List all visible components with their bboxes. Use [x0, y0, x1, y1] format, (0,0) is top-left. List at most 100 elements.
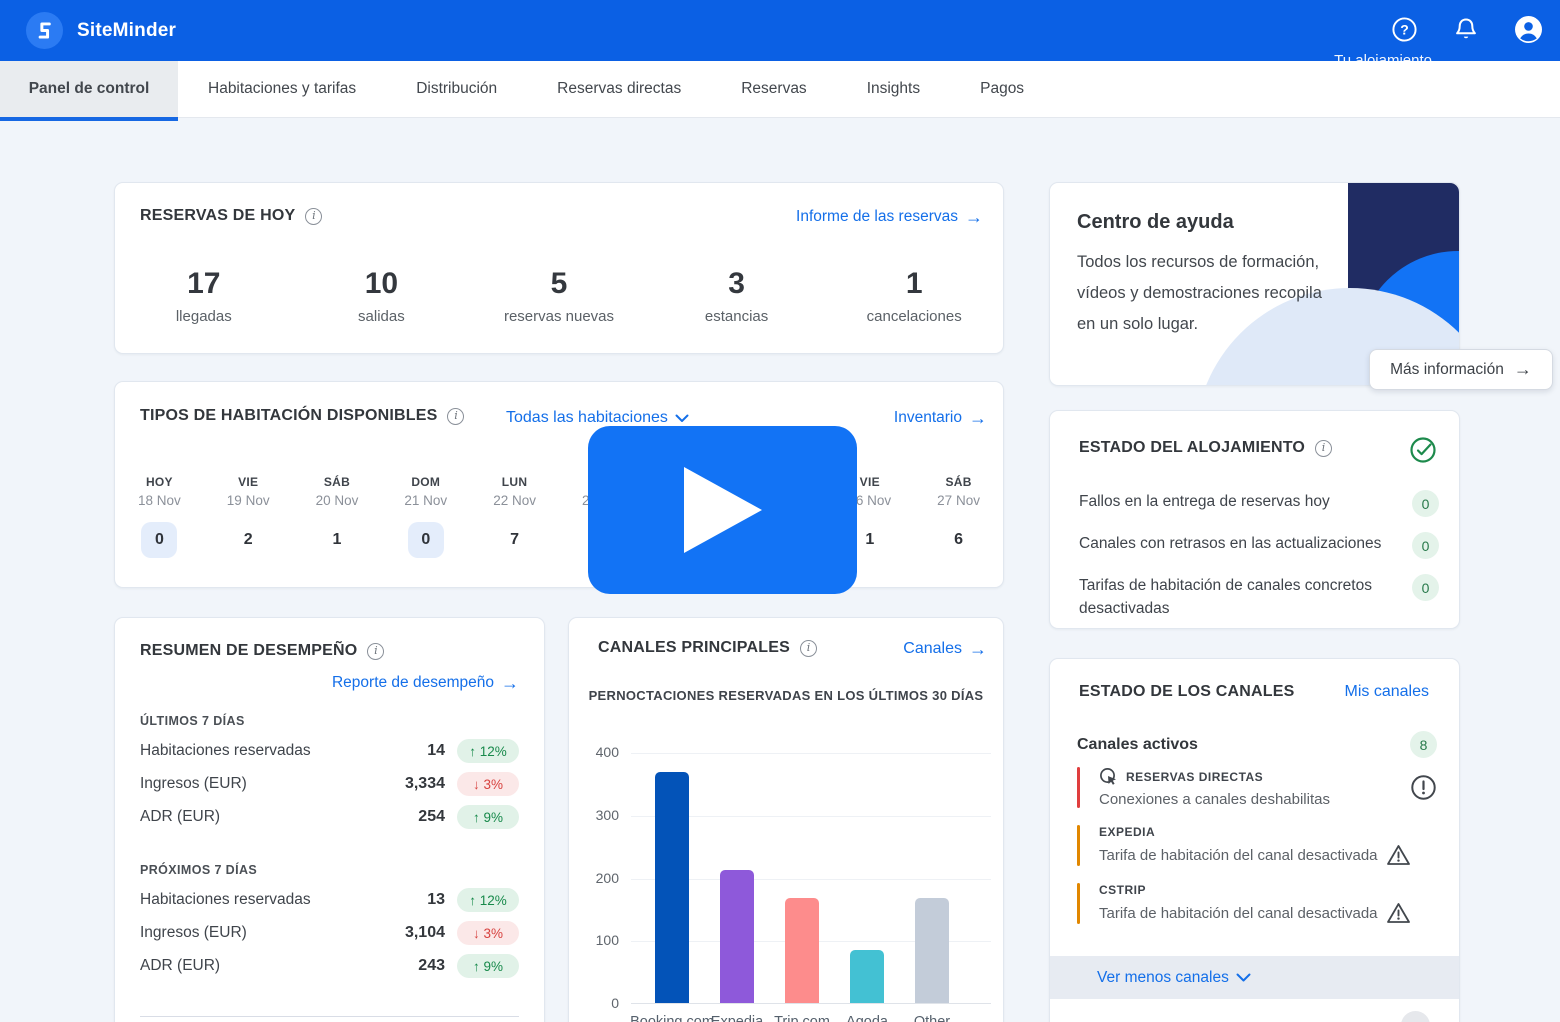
status-text: Conexiones a canales deshabilitas: [1099, 791, 1330, 808]
performance-row: ADR (EUR)243↑ 9%: [140, 956, 519, 976]
info-icon[interactable]: i: [800, 640, 817, 657]
bookings-report-link[interactable]: Informe de las reservas→: [796, 208, 983, 226]
help-center-body: Todos los recursos de formación, vídeos …: [1077, 247, 1342, 340]
top-channels-title: CANALES PRINCIPALES: [598, 639, 790, 657]
help-center-card: Centro de ayuda Todos los recursos de fo…: [1049, 182, 1460, 386]
y-axis-tick-label: 100: [569, 932, 619, 948]
room-filter-dropdown[interactable]: Todas las habitaciones: [506, 409, 689, 427]
property-status-card: ESTADO DEL ALOJAMIENTO i Fallos en la en…: [1049, 410, 1460, 629]
arrow-right-icon: →: [1514, 359, 1532, 380]
my-channels-link[interactable]: Mis canales: [1345, 683, 1429, 701]
top-channels-card: CANALES PRINCIPALES i Canales→ PERNOCTAC…: [568, 617, 1004, 1022]
performance-row: ADR (EUR)254↑ 9%: [140, 807, 519, 827]
chart-title: PERNOCTACIONES RESERVADAS EN LOS ÚLTIMOS…: [569, 688, 1003, 703]
stat-llegadas: 17 llegadas: [115, 267, 293, 325]
info-icon[interactable]: i: [447, 408, 464, 425]
notifications-bell-icon[interactable]: [1451, 14, 1481, 44]
delta-down-badge: ↓ 3%: [457, 921, 519, 945]
channel-name: CSTRIP: [1099, 883, 1437, 897]
stat-value: 17: [115, 267, 293, 301]
metric-label: Habitaciones reservadas: [140, 742, 399, 760]
today-stats-row: 17 llegadas10salidas5reservas nuevas3esta…: [115, 267, 1003, 325]
stat-label: llegadas: [115, 308, 293, 325]
chart-bar-other: [915, 898, 949, 1003]
channel-name-text: CSTRIP: [1099, 883, 1146, 897]
channel-body: CSTRIP Tarifa de habitación del canal des…: [1099, 883, 1437, 924]
day-date: 22 Nov: [470, 493, 559, 508]
tab-pagos[interactable]: Pagos: [950, 61, 1054, 117]
day-name: HOY: [115, 475, 204, 489]
day-column-21-Nov: DOM21 Nov0: [381, 475, 470, 558]
info-icon[interactable]: i: [1315, 440, 1332, 457]
status-item-label: Fallos en la entrega de reservas hoy: [1079, 490, 1412, 513]
stat-estancias: 3estancias: [648, 267, 826, 325]
tab-distribución[interactable]: Distribución: [386, 61, 527, 117]
channel-status-item-reservas-directas: RESERVAS DIRECTAS Conexiones a canales de…: [1077, 767, 1437, 808]
app-header: SiteMinder Tu alojamiento ?: [0, 0, 1560, 61]
stat-reservas-nuevas: 5reservas nuevas: [470, 267, 648, 325]
chart-bar-trip-com: [785, 898, 819, 1003]
day-date: 20 Nov: [293, 493, 382, 508]
stat-label: cancelaciones: [825, 308, 1003, 325]
day-name: LUN: [470, 475, 559, 489]
alert-circle-icon: [1410, 774, 1437, 801]
performance-row: Ingresos (EUR)3,104↓ 3%: [140, 923, 519, 943]
direct-booking-icon: [1099, 767, 1118, 786]
channels-link[interactable]: Canales→: [903, 640, 987, 658]
channel-status-item-expedia: EXPEDIATarifa de habitación del canal de…: [1077, 825, 1437, 866]
arrow-right-icon: →: [501, 674, 519, 692]
chart-bar-expedia: [720, 870, 754, 1003]
more-info-button[interactable]: Más información→: [1369, 349, 1553, 390]
stat-cancelaciones: 1cancelaciones: [825, 267, 1003, 325]
tab-panel-de-control[interactable]: Panel de control: [0, 61, 178, 117]
status-count-badge: 0: [1412, 490, 1439, 517]
see-fewer-channels-link[interactable]: Ver menos canales: [1097, 969, 1251, 987]
property-status-item: Canales con retrasos en las actualizacio…: [1079, 532, 1439, 559]
day-column-19-Nov: VIE19 Nov2: [204, 475, 293, 558]
channel-status-text: Tarifa de habitación del canal desactiva…: [1099, 844, 1437, 866]
video-play-overlay[interactable]: [588, 426, 857, 594]
room-types-title: TIPOS DE HABITACIÓN DISPONIBLES: [140, 407, 437, 425]
channel-status-title: ESTADO DE LOS CANALES: [1079, 683, 1294, 701]
tab-reservas[interactable]: Reservas: [711, 61, 836, 117]
play-icon: [684, 467, 762, 553]
x-axis-label: Expedia: [711, 1014, 763, 1022]
performance-report-link[interactable]: Reporte de desempeño→: [332, 674, 519, 692]
tab-reservas-directas[interactable]: Reservas directas: [527, 61, 711, 117]
tab-habitaciones-y-tarifas[interactable]: Habitaciones y tarifas: [178, 61, 386, 117]
property-status-item: Tarifas de habitación de canales concret…: [1079, 574, 1439, 620]
arrow-right-icon: →: [969, 409, 987, 427]
y-axis-tick-label: 300: [569, 807, 619, 823]
metric-value: 243: [399, 957, 445, 975]
tab-insights[interactable]: Insights: [837, 61, 950, 117]
help-center-title: Centro de ayuda: [1077, 211, 1234, 234]
channel-body: EXPEDIATarifa de habitación del canal de…: [1099, 825, 1437, 866]
error-indicator-bar: [1077, 767, 1080, 808]
divider: [140, 1016, 519, 1017]
status-count-badge: 0: [1412, 532, 1439, 559]
channel-name-text: RESERVAS DIRECTAS: [1126, 770, 1263, 784]
channel-status-footer: Ver menos canales: [1050, 956, 1459, 999]
day-name: VIE: [204, 475, 293, 489]
day-availability-value: 2: [230, 522, 266, 558]
metric-label: Ingresos (EUR): [140, 775, 399, 793]
channel-status-text: Tarifa de habitación del canal desactiva…: [1099, 902, 1437, 924]
status-item-label: Tarifas de habitación de canales concret…: [1079, 574, 1412, 620]
stat-salidas: 10salidas: [293, 267, 471, 325]
status-text: Tarifa de habitación del canal desactiva…: [1099, 847, 1378, 864]
info-icon[interactable]: i: [367, 643, 384, 660]
chart-plot-area: [631, 753, 991, 1004]
dashboard-page: SiteMinder Tu alojamiento ? Panel de con…: [0, 0, 1560, 1022]
stat-label: estancias: [648, 308, 826, 325]
channel-status-item-cstrip: CSTRIP Tarifa de habitación del canal des…: [1077, 883, 1437, 924]
status-ok-check-icon: [1409, 436, 1437, 464]
inventory-link[interactable]: Inventario→: [894, 409, 987, 427]
info-icon[interactable]: i: [305, 208, 322, 225]
help-icon[interactable]: ?: [1389, 14, 1419, 44]
user-avatar-icon[interactable]: [1513, 14, 1543, 44]
day-column-27-Nov: SÁB27 Nov6: [914, 475, 1003, 558]
performance-row: Ingresos (EUR)3,334↓ 3%: [140, 774, 519, 794]
day-name: SÁB: [914, 475, 1003, 489]
siteminder-logo[interactable]: SiteMinder: [26, 12, 176, 49]
performance-title: RESUMEN DE DESEMPEÑO: [140, 642, 357, 660]
